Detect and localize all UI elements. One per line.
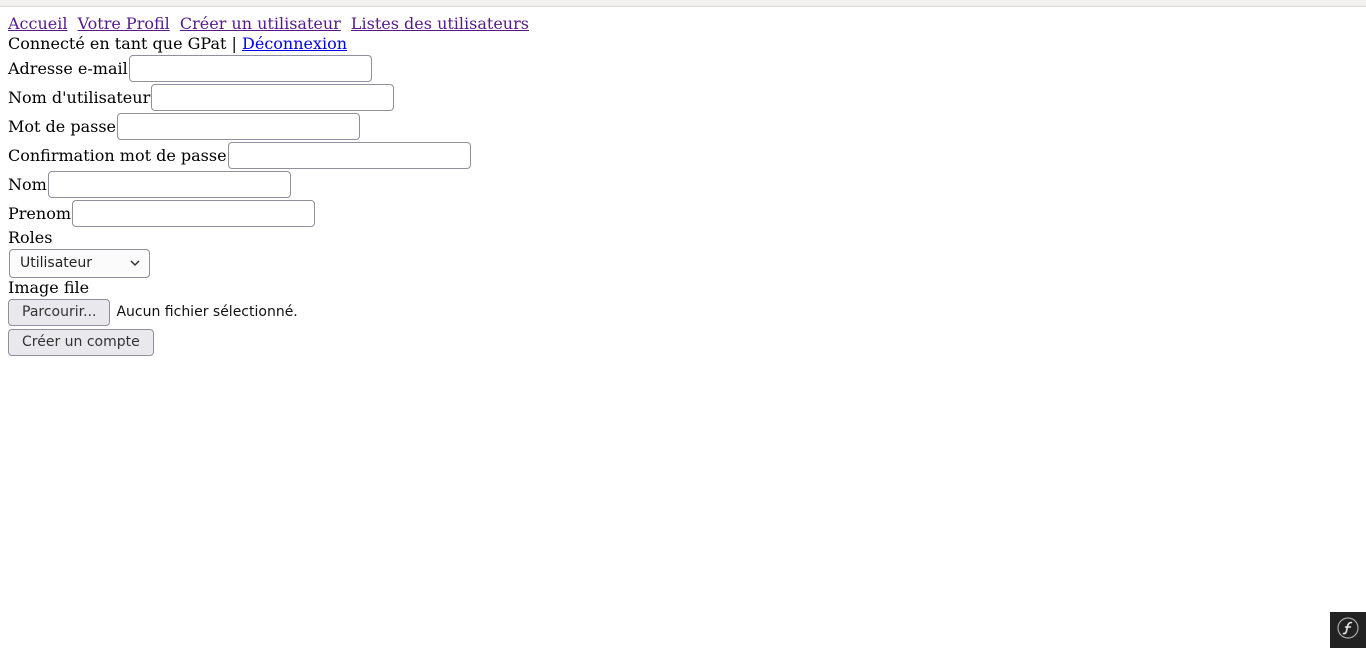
roles-selected-value: Utilisateur (20, 255, 93, 271)
username-field[interactable] (151, 84, 395, 111)
nav-link-create-user[interactable]: Créer un utilisateur (180, 14, 341, 33)
firstname-label: Prenom (8, 204, 71, 223)
password-confirm-field[interactable] (227, 142, 471, 169)
email-field[interactable] (128, 55, 372, 82)
password-label: Mot de passe (8, 117, 116, 136)
browser-top-edge (0, 0, 1366, 7)
chevron-down-icon (129, 257, 141, 269)
lastname-field[interactable] (47, 171, 291, 198)
image-file-label: Image file (8, 278, 90, 297)
nav-link-user-list[interactable]: Listes des utilisateurs (351, 14, 529, 33)
file-status-text: Aucun fichier sélectionné. (116, 304, 298, 320)
password-confirm-row: Confirmation mot de passe (8, 141, 534, 170)
create-account-button[interactable]: Créer un compte (8, 328, 154, 356)
firstname-row: Prenom (8, 199, 534, 228)
symfony-toolbar-toggle[interactable] (1330, 612, 1366, 648)
submit-row: Créer un compte (8, 327, 534, 357)
nav-link-accueil[interactable]: Accueil (8, 14, 67, 33)
page-content: Accueil Votre Profil Créer un utilisateu… (8, 14, 534, 357)
roles-row: Utilisateur (8, 248, 534, 278)
login-status-text: Connecté en tant que GPat | (8, 34, 237, 53)
browse-button[interactable]: Parcourir... (8, 298, 111, 326)
image-file-row: Parcourir... Aucun fichier sélectionné. (8, 298, 534, 326)
firstname-field[interactable] (72, 200, 315, 227)
password-row: Mot de passe (8, 112, 534, 141)
logout-link[interactable]: Déconnexion (242, 34, 347, 53)
create-user-form: Adresse e-mail Nom d'utilisateur Mot de … (8, 54, 534, 357)
email-label: Adresse e-mail (8, 59, 128, 78)
lastname-label: Nom (8, 175, 47, 194)
lastname-row: Nom (8, 170, 534, 199)
roles-select[interactable]: Utilisateur (9, 248, 150, 278)
username-row: Nom d'utilisateur (8, 83, 534, 112)
roles-label: Roles (8, 228, 53, 247)
login-status: Connecté en tant que GPat | Déconnexion (8, 34, 534, 54)
password-confirm-label: Confirmation mot de passe (8, 146, 227, 165)
username-label: Nom d'utilisateur (8, 88, 151, 107)
password-field[interactable] (117, 113, 360, 140)
email-row: Adresse e-mail (8, 54, 534, 83)
nav-link-profil[interactable]: Votre Profil (78, 14, 170, 33)
symfony-logo-icon (1337, 617, 1359, 643)
main-nav: Accueil Votre Profil Créer un utilisateu… (8, 14, 534, 34)
